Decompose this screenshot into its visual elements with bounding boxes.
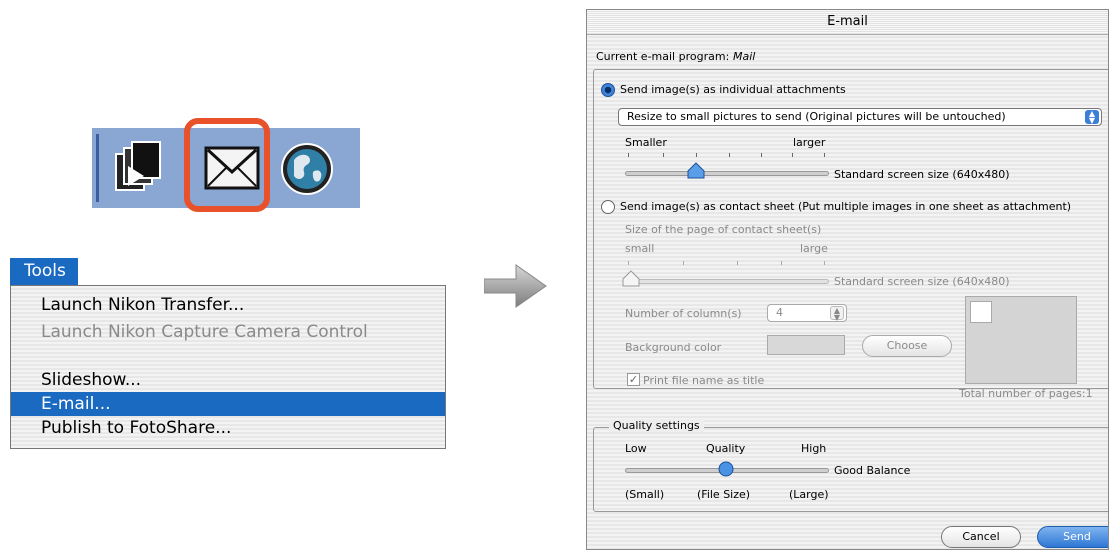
slider-tick [824, 261, 825, 265]
columns-popup: 4 ▲ ▼ [767, 304, 847, 322]
menu-item-slideshow[interactable]: Slideshow... [11, 368, 445, 392]
tools-menu-list: Launch Nikon Transfer... Launch Nikon Ca… [10, 285, 446, 449]
send-button[interactable]: Send [1037, 526, 1108, 548]
page-size-min-label: small [625, 242, 655, 255]
size-slider-track[interactable] [625, 171, 829, 176]
quality-high-label: High [801, 442, 827, 455]
transfer-icon[interactable] [114, 140, 164, 196]
print-name-label: Print file name as title [643, 374, 765, 387]
page-size-slider-thumb [622, 270, 640, 287]
background-color-swatch [767, 335, 845, 355]
preview-thumbnail [970, 301, 992, 323]
page-size-label: Size of the page of contact sheet(s) [625, 223, 822, 236]
resize-option-value: Resize to small pictures to send (Origin… [627, 110, 1006, 123]
slider-tick [663, 153, 664, 157]
slider-tick [696, 153, 697, 157]
background-color-label: Background color [625, 341, 722, 354]
popup-arrows-icon: ▲ ▼ [1085, 110, 1099, 125]
slider-tick [761, 153, 762, 157]
slider-tick [781, 261, 782, 265]
page-size-slider-track [625, 279, 829, 284]
size-slider-max-label: larger [793, 136, 826, 149]
contact-sheet-preview [965, 296, 1077, 384]
quality-slider-thumb[interactable] [718, 461, 734, 477]
popup-arrows-icon: ▲ ▼ [830, 306, 844, 322]
right-arrow-icon [484, 264, 547, 308]
tools-menu-title[interactable]: Tools [10, 258, 78, 285]
size-slider-min-label: Smaller [625, 136, 667, 149]
slider-tick [737, 261, 738, 265]
menu-item-launch-camera-control: Launch Nikon Capture Camera Control [41, 322, 368, 342]
choose-button: Choose [862, 335, 952, 357]
current-program-value: Mail [733, 50, 756, 63]
slider-tick [729, 153, 730, 157]
quality-center-label: Quality [706, 442, 746, 455]
menu-item-email[interactable]: E-mail... [11, 392, 445, 416]
slider-tick [683, 261, 684, 265]
print-name-checkbox: ✓ [627, 373, 640, 386]
globe-icon[interactable] [280, 142, 334, 196]
dialog-title: E-mail [587, 10, 1108, 35]
columns-label: Number of column(s) [625, 307, 742, 320]
quality-file-size-label: (File Size) [697, 488, 751, 501]
quality-settings-label: Quality settings [609, 419, 704, 432]
slider-tick [628, 153, 629, 157]
slider-tick [824, 153, 825, 157]
size-slider-value: Standard screen size (640x480) [834, 168, 1010, 181]
slider-tick [792, 153, 793, 157]
quality-small-label: (Small) [625, 488, 665, 501]
page-size-max-label: large [800, 242, 828, 255]
menu-item-publish-fotoshare[interactable]: Publish to FotoShare... [11, 416, 445, 440]
slider-tick [628, 261, 629, 265]
columns-value: 4 [776, 306, 783, 319]
quality-value: Good Balance [834, 464, 911, 477]
contact-sheet-label[interactable]: Send image(s) as contact sheet (Put mult… [620, 200, 1071, 213]
toolbar-edge [96, 134, 99, 202]
total-pages-text: Total number of pages:1 [959, 387, 1093, 400]
cancel-button[interactable]: Cancel [941, 526, 1021, 548]
resize-option-popup[interactable]: Resize to small pictures to send (Origin… [618, 108, 1102, 126]
individual-attachments-radio[interactable] [601, 83, 615, 97]
email-dialog: E-mail Current e-mail program: Mail Send… [586, 9, 1109, 550]
quality-large-label: (Large) [789, 488, 829, 501]
menu-item-launch-nikon-transfer[interactable]: Launch Nikon Transfer... [11, 293, 445, 317]
current-program-label: Current e-mail program: [596, 50, 730, 63]
contact-sheet-radio[interactable] [601, 200, 615, 214]
size-slider-thumb[interactable] [687, 162, 705, 180]
quality-low-label: Low [625, 442, 647, 455]
page-size-slider-value: Standard screen size (640x480) [834, 275, 1010, 288]
email-icon-highlight [184, 118, 270, 212]
individual-attachments-label[interactable]: Send image(s) as individual attachments [620, 83, 846, 96]
tools-menu: Tools Launch Nikon Transfer... Launch Ni… [10, 258, 446, 449]
